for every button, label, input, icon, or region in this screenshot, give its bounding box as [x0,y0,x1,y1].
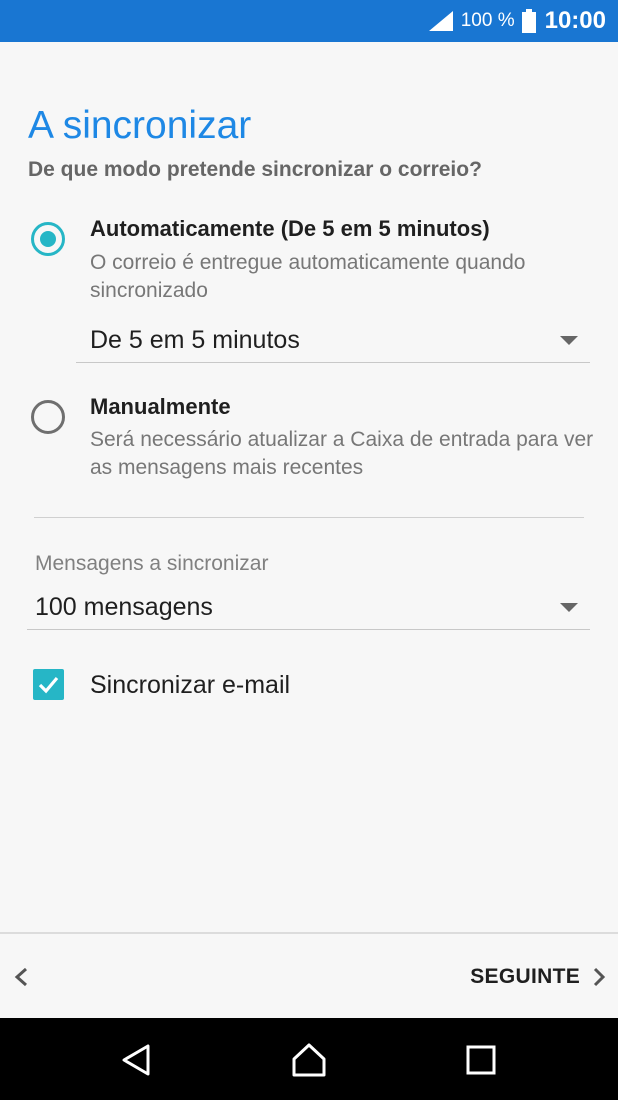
radio-manual[interactable] [31,400,65,434]
nav-back-icon[interactable] [117,1040,157,1080]
navigation-bar [0,1018,618,1100]
messages-to-sync-select[interactable]: 100 mensagens [27,587,590,630]
divider [34,517,584,518]
next-button-label: SEGUINTE [470,965,580,988]
sync-interval-value: De 5 em 5 minutos [90,326,300,354]
sync-email-label[interactable]: Sincronizar e-mail [90,668,290,702]
nav-recents-icon[interactable] [461,1040,501,1080]
clock: 10:00 [544,7,606,34]
status-bar: 100 % 10:00 [0,0,618,42]
option-automatic-description: O correio é entregue automaticamente qua… [90,251,526,302]
signal-icon [428,11,453,31]
back-button[interactable] [8,960,38,994]
sync-email-checkbox[interactable] [33,669,64,700]
battery-icon [521,9,536,33]
messages-to-sync-value: 100 mensagens [35,593,213,621]
messages-to-sync-label: Mensagens a sincronizar [35,552,269,575]
next-button[interactable]: SEGUINTE [470,958,608,996]
checkmark-icon [38,676,59,694]
radio-selected-dot [40,231,56,247]
bottom-action-bar: SEGUINTE [0,932,618,1020]
nav-home-icon[interactable] [289,1040,329,1080]
radio-automatic[interactable] [31,222,65,256]
status-indicators: 100 % 10:00 [427,0,606,42]
battery-percent: 100 % [460,10,515,31]
dropdown-arrow-icon [560,336,578,345]
option-automatic-title[interactable]: Automaticamente (De 5 em 5 minutos) [90,214,490,244]
chevron-right-icon [593,967,606,987]
option-manual-description: Será necessário atualizar a Caixa de ent… [90,428,594,479]
page-title: A sincronizar [28,104,252,147]
option-manual-title[interactable]: Manualmente [90,392,231,422]
page-subtitle: De que modo pretende sincronizar o corre… [28,158,482,181]
dropdown-arrow-icon [560,603,578,612]
sync-interval-select[interactable]: De 5 em 5 minutos [76,320,590,363]
chevron-left-icon [14,967,27,987]
